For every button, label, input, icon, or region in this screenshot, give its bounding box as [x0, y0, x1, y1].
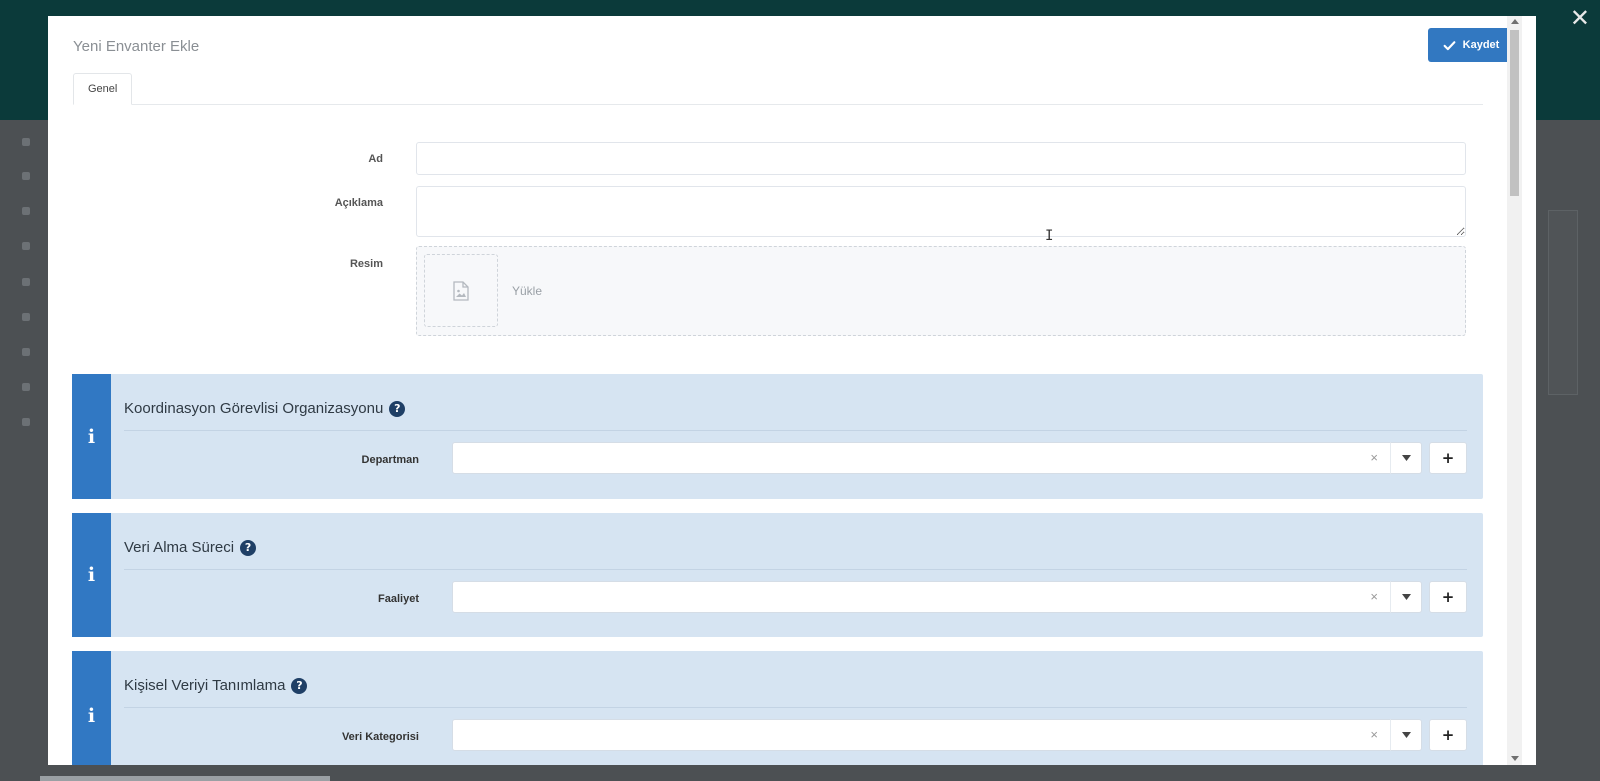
image-placeholder[interactable] — [424, 254, 498, 327]
description-textarea[interactable] — [416, 186, 1466, 237]
image-label: Resim — [349, 258, 383, 270]
activity-dropdown-toggle[interactable] — [1390, 581, 1422, 613]
data-category-select[interactable]: × — [452, 719, 1391, 751]
panel-divider — [124, 430, 1467, 431]
info-icon: i — [87, 564, 96, 586]
info-icon: i — [87, 705, 96, 727]
image-upload-dropzone[interactable]: Yükle — [416, 246, 1466, 336]
panel-stripe: i — [72, 651, 111, 765]
tab-genel[interactable]: Genel — [73, 73, 133, 105]
name-input[interactable] — [416, 142, 1466, 175]
background-sidebar-icon — [22, 348, 30, 356]
department-select[interactable]: × — [452, 442, 1391, 474]
add-activity-button[interactable]: + — [1429, 581, 1467, 613]
add-inventory-modal: Yeni Envanter Ekle Kaydet Genel Ad Açıkl… — [48, 16, 1536, 765]
panel-title: Veri Alma Süreci ? — [124, 539, 257, 556]
data-category-label: Veri Kategorisi — [341, 731, 419, 743]
department-dropdown-toggle[interactable] — [1390, 442, 1422, 474]
panel-title-text: Kişisel Veriyi Tanımlama — [124, 677, 286, 694]
scroll-up-arrow-icon[interactable] — [1511, 19, 1519, 24]
activity-label: Faaliyet — [378, 593, 419, 605]
panel-coordination-organization: i Koordinasyon Görevlisi Organizasyonu ?… — [72, 374, 1483, 499]
background-sidebar-icon — [22, 138, 30, 146]
caret-down-icon — [1401, 594, 1411, 600]
image-file-icon — [453, 280, 469, 301]
panel-title-text: Veri Alma Süreci — [124, 539, 235, 556]
modal-title: Yeni Envanter Ekle — [73, 38, 200, 55]
panel-divider — [124, 569, 1467, 570]
clear-icon[interactable]: × — [1370, 727, 1378, 742]
caret-down-icon — [1401, 455, 1411, 461]
department-label: Departman — [361, 454, 419, 466]
text-cursor-icon: I — [1045, 228, 1054, 244]
background-sidebar-icon — [22, 242, 30, 250]
background-sidebar-icon — [22, 383, 30, 391]
close-modal-icon[interactable]: ✕ — [1570, 6, 1590, 30]
background-sidebar-icon — [22, 172, 30, 180]
modal-scrollbar[interactable] — [1507, 16, 1522, 765]
save-button[interactable]: Kaydet — [1428, 28, 1514, 62]
panel-stripe: i — [72, 513, 111, 637]
panel-title: Kişisel Veriyi Tanımlama ? — [124, 677, 308, 694]
help-icon[interactable]: ? — [240, 539, 257, 556]
background-sidebar-icon — [22, 313, 30, 321]
activity-select[interactable]: × — [452, 581, 1391, 613]
background-strip — [40, 776, 330, 781]
help-icon[interactable]: ? — [389, 400, 406, 417]
clear-icon[interactable]: × — [1370, 450, 1378, 465]
check-icon — [1443, 40, 1456, 50]
save-button-label: Kaydet — [1462, 39, 1500, 51]
scrollbar-thumb[interactable] — [1510, 30, 1519, 196]
background-sidebar-icon — [22, 278, 30, 286]
description-label: Açıklama — [334, 197, 383, 209]
clear-icon[interactable]: × — [1370, 589, 1378, 604]
panel-data-collection-process: i Veri Alma Süreci ? Faaliyet × + — [72, 513, 1483, 637]
caret-down-icon — [1401, 732, 1411, 738]
help-icon[interactable]: ? — [291, 677, 308, 694]
scroll-down-arrow-icon[interactable] — [1511, 756, 1519, 761]
upload-label[interactable]: Yükle — [512, 284, 542, 298]
info-icon: i — [87, 425, 96, 448]
background-sidebar-icon — [22, 207, 30, 215]
background-panel — [1548, 210, 1578, 395]
panel-title-text: Koordinasyon Görevlisi Organizasyonu — [124, 400, 384, 417]
panel-personal-data-definition: i Kişisel Veriyi Tanımlama ? Veri Katego… — [72, 651, 1483, 765]
panel-title: Koordinasyon Görevlisi Organizasyonu ? — [124, 400, 406, 417]
add-data-category-button[interactable]: + — [1429, 719, 1467, 751]
add-department-button[interactable]: + — [1429, 442, 1467, 474]
data-category-dropdown-toggle[interactable] — [1390, 719, 1422, 751]
background-sidebar-icon — [22, 418, 30, 426]
tab-bar: Genel — [73, 73, 1483, 105]
name-label: Ad — [368, 153, 383, 165]
panel-divider — [124, 707, 1467, 708]
panel-stripe: i — [72, 374, 111, 499]
